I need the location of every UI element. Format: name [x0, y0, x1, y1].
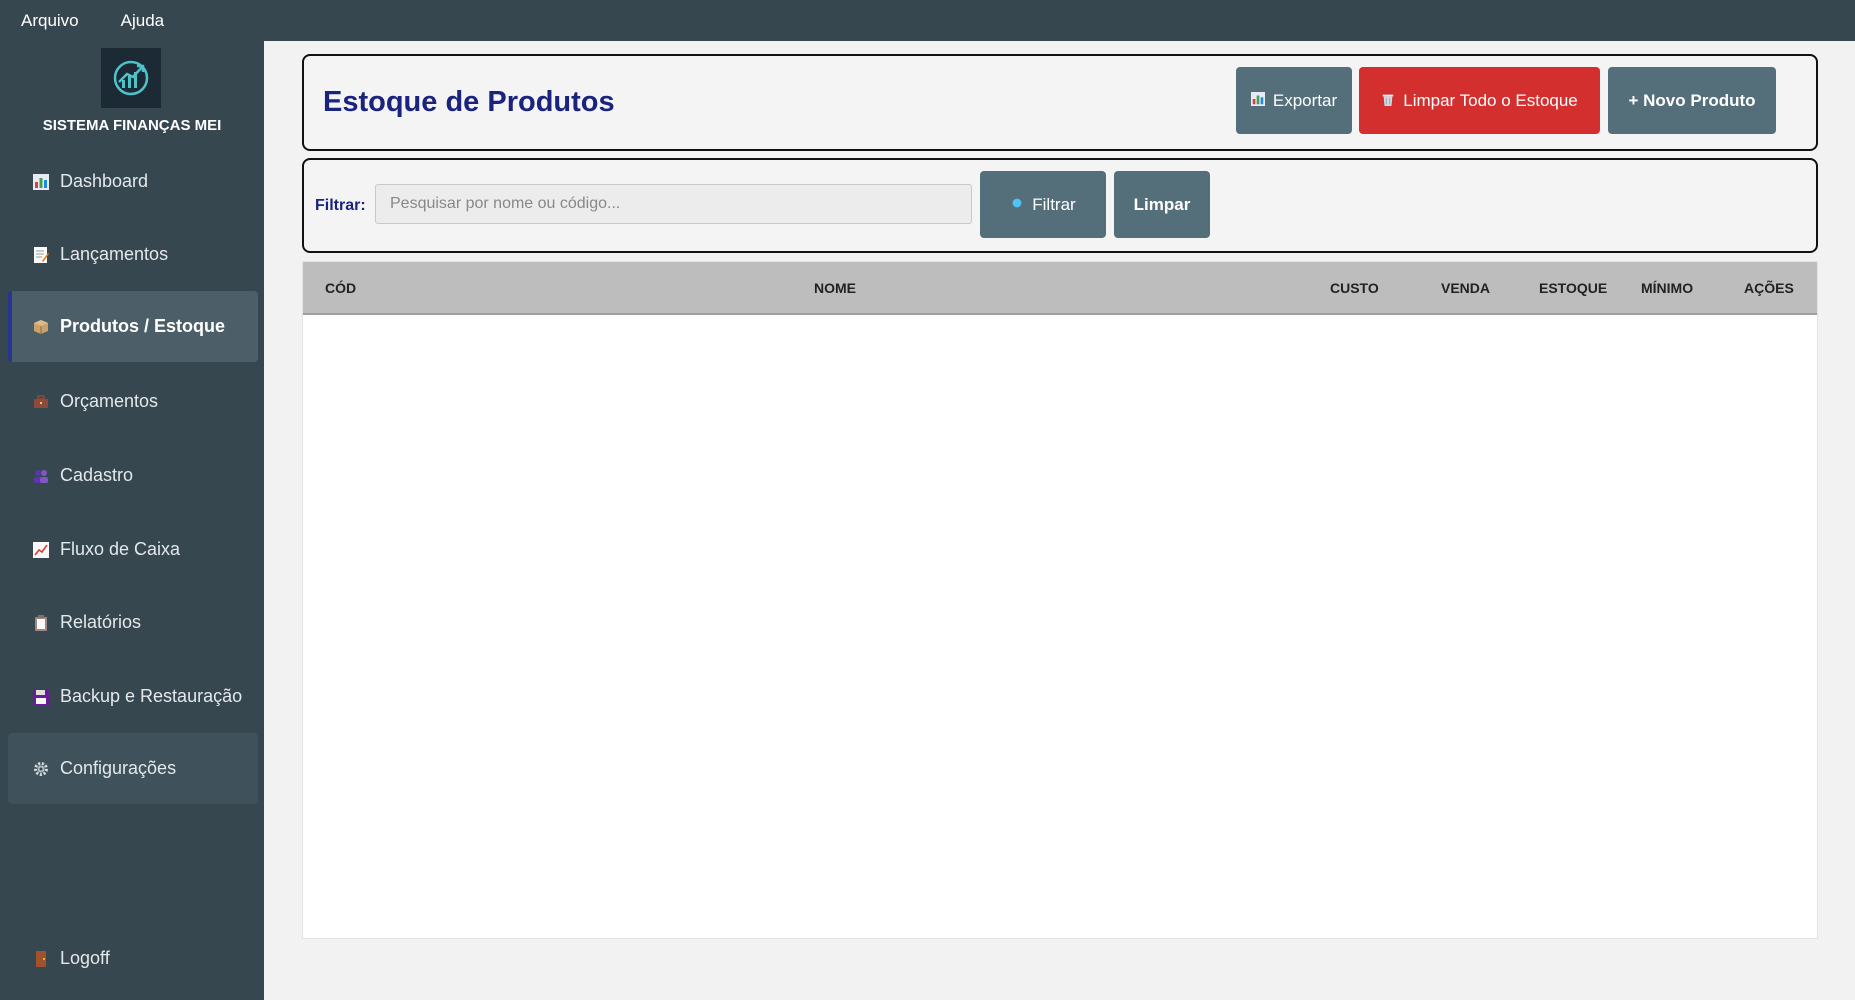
main-content: Estoque de Produtos Exportar Limpar Todo…: [264, 41, 1855, 1000]
new-product-button[interactable]: + Novo Produto: [1608, 67, 1776, 134]
people-icon: [32, 467, 50, 485]
sidebar-item-label: Relatórios: [60, 612, 142, 632]
export-button[interactable]: Exportar: [1236, 67, 1352, 134]
clear-stock-button[interactable]: Limpar Todo o Estoque: [1359, 67, 1600, 134]
sidebar-item-label: Produtos / Estoque: [60, 316, 226, 336]
filter-button-label: Filtrar: [1032, 194, 1076, 214]
package-icon: [32, 318, 50, 336]
door-icon: [32, 950, 50, 968]
sidebar-item-relatorios[interactable]: Relatórios: [8, 587, 258, 658]
filter-label: Filtrar:: [315, 197, 366, 214]
sidebar-item-label: Backup e Restauração: [60, 686, 243, 706]
logoff-button[interactable]: Logoff: [8, 923, 258, 994]
menu-ajuda[interactable]: Ajuda: [121, 11, 164, 31]
table-header: CÓD NOME CUSTO VENDA ESTOQUE MÍNIMO AÇÕE…: [303, 262, 1817, 315]
search-icon: [1010, 196, 1024, 213]
growth-chart-icon: [101, 48, 161, 108]
sidebar-item-dashboard[interactable]: Dashboard: [8, 146, 258, 217]
logoff-label: Logoff: [60, 948, 110, 968]
bar-chart-icon: [32, 173, 50, 191]
sidebar-item-label: Cadastro: [60, 465, 134, 485]
clipboard-icon: [32, 614, 50, 632]
sidebar-item-label: Dashboard: [60, 171, 149, 191]
sidebar-item-backup-restauracao[interactable]: Backup e Restauração: [8, 661, 258, 732]
new-product-label: + Novo Produto: [1628, 90, 1756, 110]
sidebar-item-orcamentos[interactable]: Orçamentos: [8, 366, 258, 437]
menu-bar: Arquivo Ajuda: [0, 0, 1855, 41]
sidebar-item-label: Configurações: [60, 758, 177, 778]
page-header: Estoque de Produtos Exportar Limpar Todo…: [302, 54, 1818, 151]
products-table: CÓD NOME CUSTO VENDA ESTOQUE MÍNIMO AÇÕE…: [302, 261, 1818, 939]
line-chart-icon: [32, 541, 50, 559]
page-title: Estoque de Produtos: [323, 86, 615, 118]
search-input[interactable]: [375, 184, 972, 224]
filter-button[interactable]: Filtrar: [980, 171, 1106, 238]
sidebar-item-configuracoes[interactable]: Configurações: [8, 733, 258, 804]
column-header-estoque[interactable]: ESTOQUE: [1539, 280, 1607, 296]
column-header-minimo[interactable]: MÍNIMO: [1641, 280, 1693, 296]
sidebar: SISTEMA FINANÇAS MEI Dashboard Lançament…: [0, 41, 264, 1000]
export-label: Exportar: [1272, 90, 1338, 110]
column-header-acoes[interactable]: AÇÕES: [1744, 280, 1794, 296]
column-header-venda[interactable]: VENDA: [1441, 280, 1490, 296]
column-header-custo[interactable]: CUSTO: [1330, 280, 1379, 296]
menu-arquivo[interactable]: Arquivo: [21, 11, 79, 31]
wastebasket-icon: [1381, 92, 1395, 109]
clear-stock-label: Limpar Todo o Estoque: [1403, 90, 1578, 110]
sidebar-item-label: Fluxo de Caixa: [60, 539, 181, 559]
column-header-nome[interactable]: NOME: [814, 280, 856, 296]
bar-chart-icon: [1250, 92, 1265, 109]
table-body: [303, 317, 1817, 938]
clear-filter-label: Limpar: [1133, 194, 1191, 214]
floppy-disk-icon: [32, 688, 50, 706]
filter-bar: Filtrar: Filtrar Limpar: [302, 158, 1818, 253]
sidebar-item-label: Orçamentos: [60, 391, 159, 411]
sidebar-item-label: Lançamentos: [60, 244, 169, 264]
app-name: SISTEMA FINANÇAS MEI: [42, 117, 222, 134]
clear-filter-button[interactable]: Limpar: [1114, 171, 1210, 238]
sidebar-item-fluxo-de-caixa[interactable]: Fluxo de Caixa: [8, 514, 258, 585]
memo-icon: [32, 246, 50, 264]
sidebar-item-produtos-estoque[interactable]: Produtos / Estoque: [8, 291, 258, 362]
column-header-cod[interactable]: CÓD: [325, 280, 356, 296]
sidebar-item-lancamentos[interactable]: Lançamentos: [8, 219, 258, 290]
briefcase-icon: [32, 393, 50, 411]
gear-icon: [32, 760, 50, 778]
sidebar-item-cadastro[interactable]: Cadastro: [8, 440, 258, 511]
